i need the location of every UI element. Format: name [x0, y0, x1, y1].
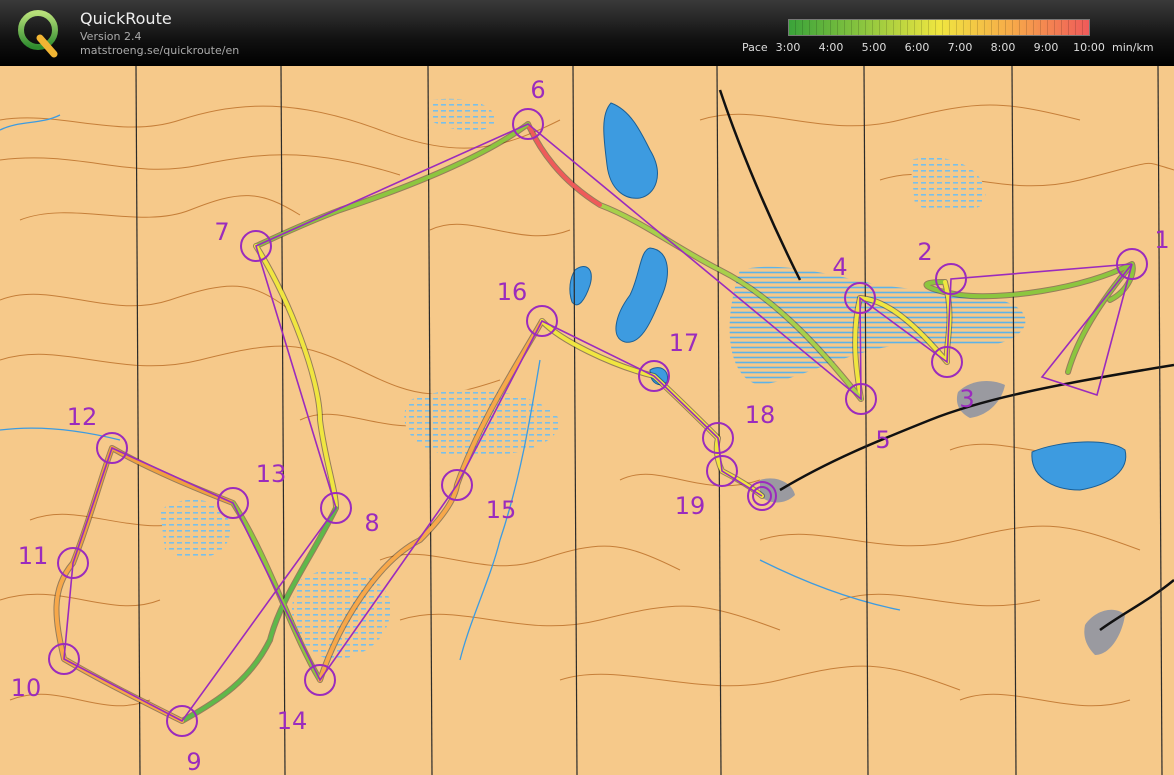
- app-title: QuickRoute: [80, 9, 172, 28]
- control-number-4: 4: [832, 253, 847, 281]
- pace-tick: 5:00: [861, 41, 887, 54]
- orienteering-map[interactable]: 12345678910111213141516171819: [0, 66, 1174, 775]
- control-number-3: 3: [959, 385, 974, 413]
- pace-unit: min/km: [1112, 41, 1154, 54]
- control-number-6: 6: [530, 76, 545, 104]
- pace-tick: 7:00: [947, 41, 973, 54]
- control-number-1: 1: [1154, 226, 1169, 254]
- control-number-7: 7: [214, 218, 229, 246]
- control-number-16: 16: [497, 278, 528, 306]
- control-number-17: 17: [669, 329, 700, 357]
- pace-label: Pace: [742, 41, 768, 54]
- control-number-2: 2: [917, 238, 932, 266]
- pace-tick: 6:00: [904, 41, 930, 54]
- control-number-15: 15: [486, 496, 517, 524]
- control-number-11: 11: [18, 542, 49, 570]
- pace-tick: 4:00: [818, 41, 844, 54]
- pace-tick: 8:00: [990, 41, 1016, 54]
- control-number-19: 19: [675, 492, 706, 520]
- control-number-5: 5: [875, 426, 890, 454]
- app-header: QuickRoute Version 2.4 matstroeng.se/qui…: [0, 0, 1174, 66]
- control-number-8: 8: [364, 509, 379, 537]
- app-version: Version 2.4: [80, 30, 142, 43]
- pace-color-scale: [788, 19, 1090, 36]
- quickroute-logo-icon: [18, 10, 58, 58]
- control-number-10: 10: [11, 674, 42, 702]
- control-number-13: 13: [256, 460, 287, 488]
- pace-tick: 10:00: [1073, 41, 1105, 54]
- pace-tick: 3:00: [775, 41, 801, 54]
- control-number-18: 18: [745, 401, 776, 429]
- control-number-9: 9: [186, 748, 201, 775]
- pace-tick: 9:00: [1033, 41, 1059, 54]
- app-url[interactable]: matstroeng.se/quickroute/en: [80, 44, 239, 57]
- control-number-12: 12: [67, 403, 98, 431]
- control-number-14: 14: [277, 707, 308, 735]
